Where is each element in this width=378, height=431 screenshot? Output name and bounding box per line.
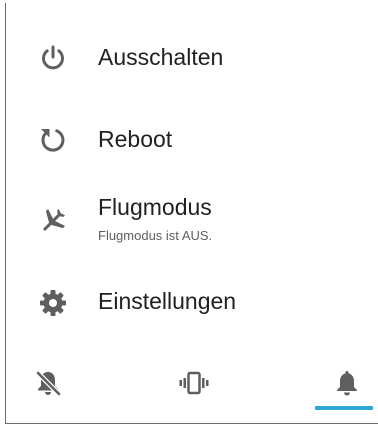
gear-icon xyxy=(37,287,69,319)
ringer-silent-button[interactable] xyxy=(28,363,68,403)
ringer-sound-button[interactable] xyxy=(327,363,367,403)
menu-item-label: Einstellungen xyxy=(98,288,237,314)
bell-off-icon xyxy=(28,367,68,399)
power-icon xyxy=(37,42,69,74)
selected-mode-indicator xyxy=(315,406,373,410)
ringer-vibrate-button[interactable] xyxy=(174,363,214,403)
vibrate-icon xyxy=(174,367,214,399)
bell-icon xyxy=(327,367,367,399)
airplane-icon xyxy=(37,205,69,237)
menu-item-settings[interactable]: Einstellungen xyxy=(6,268,378,338)
menu-item-label: Reboot xyxy=(98,126,173,152)
menu-item-label: Flugmodus xyxy=(98,194,212,220)
menu-item-power-off[interactable]: Ausschalten xyxy=(6,23,378,93)
restart-icon xyxy=(37,124,69,156)
menu-item-label: Ausschalten xyxy=(98,44,224,70)
power-menu-dialog: Ausschalten Reboot Flugmodus Flugmodus i… xyxy=(5,3,378,424)
airplane-mode-status: Flugmodus ist AUS. xyxy=(98,228,213,243)
menu-item-reboot[interactable]: Reboot xyxy=(6,105,378,175)
menu-item-airplane-mode[interactable]: Flugmodus Flugmodus ist AUS. xyxy=(6,181,378,251)
ringer-mode-bar xyxy=(6,355,378,415)
